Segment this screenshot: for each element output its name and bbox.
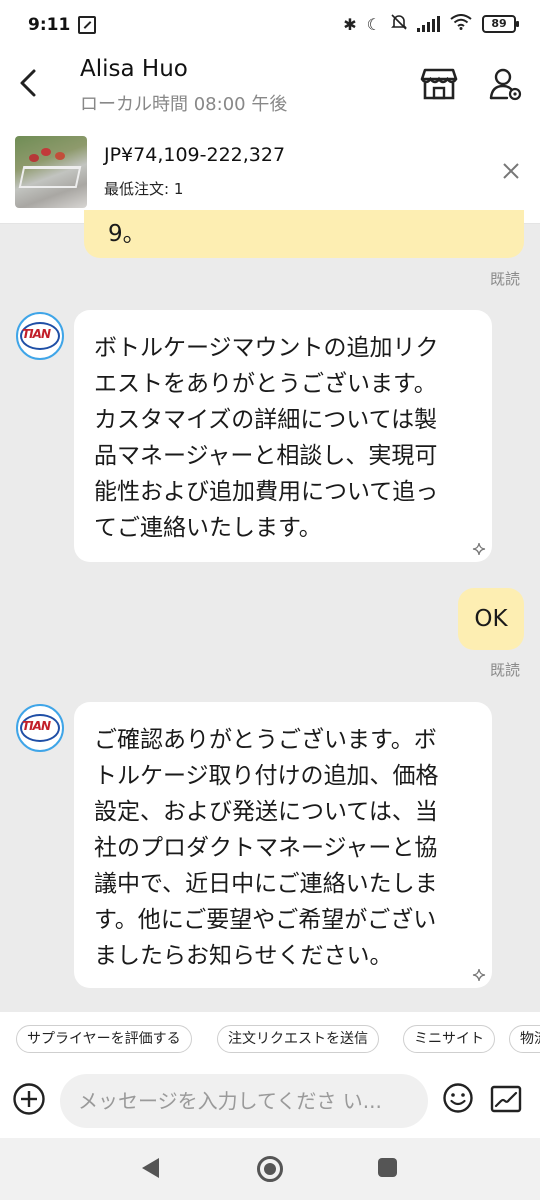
- close-icon: [503, 163, 519, 179]
- nav-home-icon[interactable]: [257, 1156, 283, 1182]
- more-tools-button[interactable]: [490, 1084, 522, 1114]
- message-line: 社のプロダクトマネージャーと協: [94, 835, 438, 861]
- notification-app-icon: [78, 16, 96, 34]
- rate-supplier-chip[interactable]: サプライヤーを評価する: [16, 1025, 192, 1053]
- message-bubble-incoming[interactable]: ご確認ありがとうございます。ボ トルケージ取り付けの追加、価格 設定、および発送…: [74, 702, 492, 988]
- quick-actions-bar: サプライヤーを評価する 注文リクエストを送信 ミニサイト 物流: [0, 1012, 540, 1064]
- message-line: カスタマイズの詳細については製: [94, 407, 438, 433]
- message-line: 設定、および発送については、当: [94, 799, 438, 825]
- plus-circle-icon: [13, 1083, 45, 1115]
- battery-icon: 89: [482, 15, 519, 33]
- store-button[interactable]: [420, 66, 458, 102]
- message-bubble-incoming[interactable]: ボトルケージマウントの追加リク エストをありがとうございます。 カスタマイズの詳…: [74, 310, 492, 562]
- status-time: 9:11: [28, 15, 71, 35]
- nav-back-icon[interactable]: [142, 1158, 159, 1178]
- message-text: 9。: [108, 221, 146, 247]
- message-input[interactable]: [60, 1074, 428, 1128]
- read-receipt: 既読: [490, 661, 521, 679]
- mute-bell-icon: [391, 13, 407, 35]
- contact-profile-button[interactable]: [488, 66, 524, 102]
- status-bar: 9:11 ✱ ☾ 89: [0, 0, 540, 52]
- message-line: エストをありがとうございます。: [94, 371, 437, 397]
- emoji-button[interactable]: [442, 1082, 474, 1114]
- chart-box-icon: [490, 1085, 522, 1113]
- status-icons: ✱ ☾ 89: [343, 13, 519, 35]
- store-icon: [420, 68, 458, 100]
- message-bubble-outgoing[interactable]: OK: [458, 588, 524, 650]
- cell-signal-icon: [417, 16, 440, 32]
- message-line: ましたらお知らせください。: [94, 943, 393, 969]
- user-settings-icon: [489, 68, 522, 101]
- product-price: JP¥74,109-222,327: [104, 144, 286, 166]
- local-time: ローカル時間 08:00 午後: [80, 94, 288, 115]
- do-not-disturb-moon-icon: ☾: [366, 14, 381, 34]
- chat-header: Alisa Huo ローカル時間 08:00 午後: [0, 52, 540, 120]
- bluetooth-icon: ✱: [343, 14, 357, 34]
- message-bubble-outgoing[interactable]: 9。: [84, 210, 524, 258]
- product-card[interactable]: JP¥74,109-222,327 最低注文: 1: [0, 120, 540, 224]
- message-line: てご連絡いたします。: [94, 515, 322, 541]
- send-order-request-chip[interactable]: 注文リクエストを送信: [217, 1025, 379, 1053]
- close-product-card-button[interactable]: [500, 160, 522, 182]
- supplier-avatar[interactable]: TIAN: [16, 312, 64, 360]
- product-thumbnail: [15, 136, 87, 208]
- back-button[interactable]: [14, 66, 44, 100]
- contact-name: Alisa Huo: [80, 56, 188, 82]
- wifi-icon: [450, 14, 472, 34]
- message-line: す。他にご要望やご希望がござい: [94, 907, 437, 933]
- message-text: OK: [474, 606, 508, 632]
- ai-translate-sparkle-icon[interactable]: [472, 968, 486, 982]
- smiley-icon: [443, 1083, 473, 1113]
- message-line: 能性および追加費用について追っ: [94, 479, 439, 505]
- minisite-chip[interactable]: ミニサイト: [403, 1025, 495, 1053]
- add-attachment-button[interactable]: [12, 1082, 46, 1116]
- chevron-left-icon: [20, 69, 36, 97]
- message-line: 議中で、近日中にご連絡いたしま: [94, 871, 438, 897]
- product-min-order: 最低注文: 1: [104, 180, 184, 198]
- message-line: 品マネージャーと相談し、実現可: [94, 443, 438, 469]
- message-composer: [0, 1064, 540, 1138]
- ai-translate-sparkle-icon[interactable]: [472, 542, 486, 556]
- nav-recents-icon[interactable]: [378, 1158, 397, 1177]
- message-line: ご確認ありがとうございます。ボ: [94, 727, 437, 753]
- supplier-avatar[interactable]: TIAN: [16, 704, 64, 752]
- message-line: トルケージ取り付けの追加、価格: [94, 763, 439, 789]
- message-line: ボトルケージマウントの追加リク: [94, 335, 439, 361]
- system-navigation-bar: [0, 1138, 540, 1200]
- logistics-chip[interactable]: 物流: [509, 1025, 540, 1053]
- read-receipt: 既読: [490, 270, 521, 288]
